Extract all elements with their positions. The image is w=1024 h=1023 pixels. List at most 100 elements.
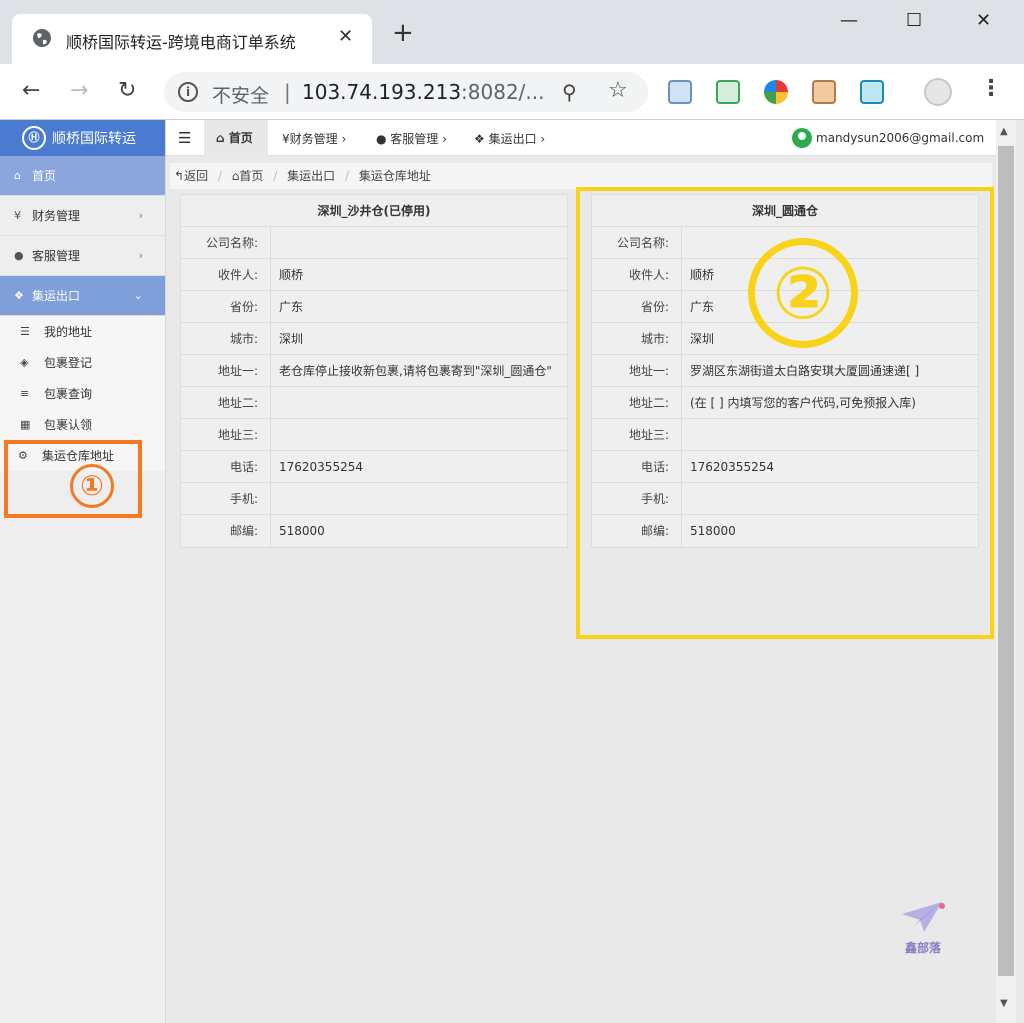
chevron-right-icon: › — [138, 249, 143, 262]
breadcrumb-home[interactable]: ⌂首页 — [232, 169, 264, 183]
user-avatar-icon — [792, 128, 812, 148]
sidebar-item-label: 首页 — [32, 169, 57, 183]
detail-label: 收件人: — [181, 259, 271, 290]
detail-label: 地址一: — [181, 355, 271, 386]
detail-value: 深圳 — [279, 332, 304, 346]
maximize-icon[interactable]: ☐ — [906, 10, 922, 31]
extension-share-icon[interactable] — [860, 80, 884, 104]
tab-finance[interactable]: ¥财务管理 › — [282, 130, 346, 147]
detail-row: 省份: 广东 — [181, 291, 567, 323]
bookmark-star-icon[interactable]: ☆ — [608, 78, 628, 103]
sidebar: Ⓗ 顺桥国际转运 ⌂ 首页 ¥ 财务管理 › ● 客服管理 › ❖ 集运出口 ⌄… — [0, 120, 166, 1023]
url-text[interactable]: 103.74.193.213:8082/... — [302, 80, 545, 104]
detail-value — [271, 227, 567, 258]
extension-color-icon[interactable] — [764, 80, 788, 104]
align-icon: ≡ — [20, 387, 30, 400]
browser-toolbar: ← → ↻ i 不安全 | 103.74.193.213:8082/... ⚲ … — [0, 64, 1024, 120]
breadcrumb-section[interactable]: 集运出口 — [287, 169, 335, 183]
divider: | — [284, 80, 291, 104]
grid-icon: ▦ — [20, 418, 31, 431]
tab-service[interactable]: ● 客服管理 › — [376, 130, 447, 147]
detail-row: 地址三: — [181, 419, 567, 451]
sidebar-subitem-label: 包裹查询 — [44, 387, 93, 401]
brand-header[interactable]: Ⓗ 顺桥国际转运 — [0, 120, 165, 156]
page-scrollbar[interactable]: ▲ ▼ — [996, 120, 1016, 1023]
annotation-number-two: ② — [748, 238, 858, 348]
sidebar-subitem-register[interactable]: ◈ 包裹登记 — [0, 347, 165, 378]
detail-label: 电话: — [181, 451, 271, 482]
detail-row: 公司名称: — [181, 227, 567, 259]
globe-icon — [33, 29, 51, 47]
breadcrumb-current: 集运仓库地址 — [358, 169, 431, 183]
scroll-down-icon[interactable]: ▼ — [1000, 998, 1008, 1009]
scroll-thumb[interactable] — [998, 146, 1014, 976]
scroll-up-icon[interactable]: ▲ — [1000, 126, 1008, 137]
tab-home-label: 首页 — [228, 131, 253, 145]
sidebar-item-label: 客服管理 — [32, 249, 81, 263]
extension-face-icon[interactable] — [812, 80, 836, 104]
detail-row: 地址二: — [181, 387, 567, 419]
watermark: 鑫部落 — [900, 900, 946, 956]
box-icon: ◈ — [20, 356, 29, 369]
user-icon: ● — [14, 249, 24, 262]
detail-value: 老仓库停止接收新包裹,请将包裹寄到"深圳_圆通仓" — [279, 364, 552, 378]
detail-label: 邮编: — [181, 515, 271, 547]
back-link[interactable]: ↰返回 — [174, 169, 208, 183]
sidebar-subitem-claim[interactable]: ▦ 包裹认领 — [0, 409, 165, 440]
sidebar-item-export[interactable]: ❖ 集运出口 ⌄ — [0, 276, 165, 316]
sidebar-subitem-label: 包裹认领 — [44, 418, 93, 432]
top-navigation: ☰ ⌂ 首页 ¥财务管理 › ● 客服管理 › ❖ 集运出口 › mandysu… — [166, 120, 996, 156]
paper-plane-icon — [902, 902, 945, 932]
cubes-icon: ❖ — [14, 289, 24, 302]
extension-mail-icon[interactable] — [716, 80, 740, 104]
new-tab-button[interactable]: + — [392, 20, 414, 46]
detail-row: 邮编: 518000 — [181, 515, 567, 547]
brand-name: 顺桥国际转运 — [52, 131, 136, 147]
menu-toggle-icon[interactable]: ☰ — [178, 129, 191, 147]
tab-export[interactable]: ❖ 集运出口 › — [474, 130, 545, 147]
security-label: 不安全 — [212, 85, 270, 107]
breadcrumb-separator: / — [344, 169, 350, 183]
detail-label: 地址二: — [181, 387, 271, 418]
warehouse-card: 深圳_沙井仓(已停用) 公司名称: 收件人: 顺桥 省份: 广东 城市: 深圳 地址一: 老仓库… — [180, 194, 568, 548]
browser-tab-strip: 顺桥国际转运-跨境电商订单系统 ✕ + — ☐ ✕ — [0, 0, 1024, 64]
detail-row: 手机: — [181, 483, 567, 515]
sidebar-item-service[interactable]: ● 客服管理 › — [0, 236, 165, 276]
user-email: mandysun2006@gmail.com — [816, 131, 985, 145]
yen-icon: ¥ — [14, 209, 21, 222]
sidebar-item-home[interactable]: ⌂ 首页 — [0, 156, 165, 196]
app-page: Ⓗ 顺桥国际转运 ⌂ 首页 ¥ 财务管理 › ● 客服管理 › ❖ 集运出口 ⌄… — [0, 120, 1024, 1023]
address-bar[interactable]: i 不安全 | 103.74.193.213:8082/... ⚲ ☆ — [164, 72, 648, 112]
sidebar-subitem-label: 包裹登记 — [44, 356, 93, 370]
sidebar-subitem-my-address[interactable]: ☰ 我的地址 — [0, 316, 165, 347]
browser-tab[interactable]: 顺桥国际转运-跨境电商订单系统 ✕ — [12, 14, 372, 64]
detail-label: 城市: — [181, 323, 271, 354]
forward-icon[interactable]: → — [70, 78, 88, 103]
breadcrumb-separator: / — [273, 169, 278, 183]
tab-close-icon[interactable]: ✕ — [338, 26, 353, 47]
detail-value — [271, 483, 567, 514]
home-icon: ⌂ — [14, 169, 21, 182]
tab-home[interactable]: ⌂ 首页 — [204, 120, 268, 156]
watermark-text: 鑫部落 — [904, 941, 941, 955]
detail-row: 城市: 深圳 — [181, 323, 567, 355]
reload-icon[interactable]: ↻ — [118, 78, 136, 103]
info-icon[interactable]: i — [178, 82, 198, 102]
warehouse-title: 深圳_沙井仓(已停用) — [181, 195, 567, 227]
detail-value: 518000 — [279, 524, 325, 538]
profile-avatar[interactable] — [924, 78, 952, 106]
detail-label: 公司名称: — [181, 227, 271, 258]
minimize-icon[interactable]: — — [840, 10, 858, 31]
sidebar-subitem-query[interactable]: ≡ 包裹查询 — [0, 378, 165, 409]
zoom-icon[interactable]: ⚲ — [562, 80, 577, 104]
home-icon: ⌂ — [216, 131, 225, 145]
sidebar-item-finance[interactable]: ¥ 财务管理 › — [0, 196, 165, 236]
user-menu[interactable]: mandysun2006@gmail.com — [792, 128, 984, 148]
chevron-right-icon: › — [138, 209, 143, 222]
window-close-icon[interactable]: ✕ — [976, 10, 991, 31]
detail-row: 电话: 17620355254 — [181, 451, 567, 483]
browser-menu-icon[interactable]: ⋮ — [980, 76, 1002, 101]
extension-notes-icon[interactable] — [668, 80, 692, 104]
back-icon[interactable]: ← — [22, 78, 40, 103]
tab-title: 顺桥国际转运-跨境电商订单系统 — [66, 33, 296, 52]
